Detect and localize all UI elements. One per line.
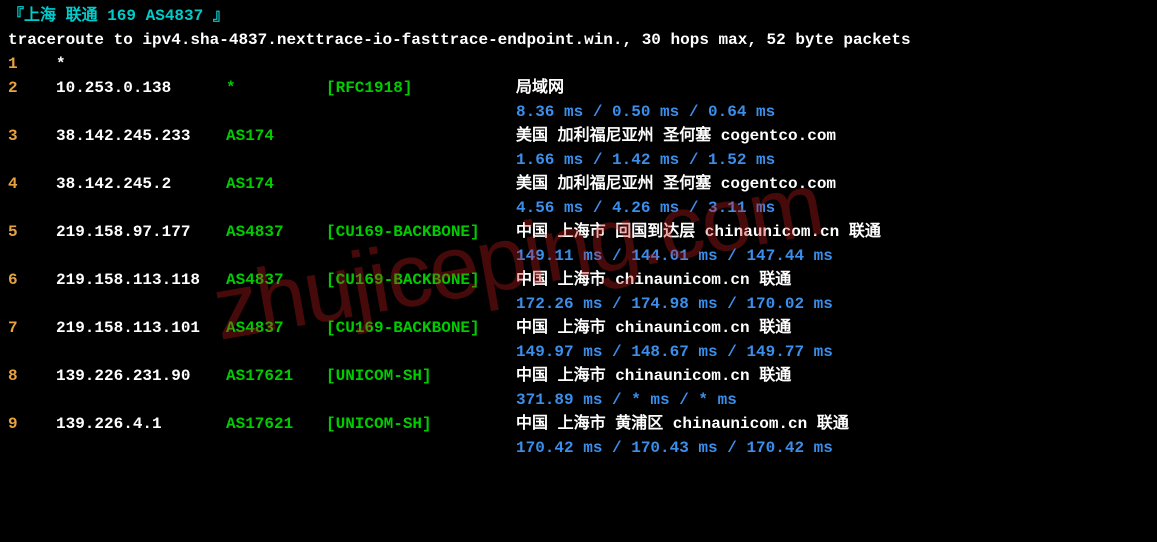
hop-location: 中国 上海市 chinaunicom.cn 联通 — [516, 268, 791, 292]
hop-row: 5219.158.97.177AS4837[CU169-BACKBONE]中国 … — [8, 220, 1149, 244]
hop-location: 中国 上海市 chinaunicom.cn 联通 — [516, 364, 791, 388]
hop-ip: 219.158.97.177 — [56, 220, 226, 244]
hop-number: 7 — [8, 316, 56, 340]
hop-ip: * — [56, 52, 226, 76]
hop-asn: AS4837 — [226, 220, 326, 244]
hop-location: 中国 上海市 黄浦区 chinaunicom.cn 联通 — [516, 412, 849, 436]
hop-latency-row: 170.42 ms / 170.43 ms / 170.42 ms — [8, 436, 1149, 460]
hop-latency: 172.26 ms / 174.98 ms / 170.02 ms — [516, 292, 833, 316]
hop-asn: AS4837 — [226, 268, 326, 292]
hop-number: 4 — [8, 172, 56, 196]
hop-asn: AS17621 — [226, 364, 326, 388]
hop-row: 210.253.0.138*[RFC1918]局域网 — [8, 76, 1149, 100]
hop-number: 2 — [8, 76, 56, 100]
hop-asn: AS4837 — [226, 316, 326, 340]
hop-row: 438.142.245.2AS174 美国 加利福尼亚州 圣何塞 cogentco… — [8, 172, 1149, 196]
hop-ip: 219.158.113.118 — [56, 268, 226, 292]
hop-asn: AS174 — [226, 124, 326, 148]
hop-ip: 139.226.231.90 — [56, 364, 226, 388]
hop-ip: 10.253.0.138 — [56, 76, 226, 100]
hop-number: 5 — [8, 220, 56, 244]
hop-row: 8139.226.231.90AS17621[UNICOM-SH]中国 上海市 … — [8, 364, 1149, 388]
hop-location: 美国 加利福尼亚州 圣何塞 cogentco.com — [516, 124, 836, 148]
hop-row: 338.142.245.233AS174 美国 加利福尼亚州 圣何塞 cogent… — [8, 124, 1149, 148]
hop-latency: 371.89 ms / * ms / * ms — [516, 388, 737, 412]
hop-number: 1 — [8, 52, 56, 76]
hop-location: 中国 上海市 回国到达层 chinaunicom.cn 联通 — [516, 220, 881, 244]
hop-ip: 38.142.245.2 — [56, 172, 226, 196]
hop-latency-row: 8.36 ms / 0.50 ms / 0.64 ms — [8, 100, 1149, 124]
hop-asn: AS174 — [226, 172, 326, 196]
hop-latency-row: 149.97 ms / 148.67 ms / 149.77 ms — [8, 340, 1149, 364]
hop-number: 3 — [8, 124, 56, 148]
hop-latency: 1.66 ms / 1.42 ms / 1.52 ms — [516, 148, 775, 172]
hop-label: [CU169-BACKBONE] — [326, 268, 516, 292]
hop-location: 美国 加利福尼亚州 圣何塞 cogentco.com — [516, 172, 836, 196]
traceroute-subheader: traceroute to ipv4.sha-4837.nexttrace-io… — [8, 28, 1149, 52]
hop-label: [UNICOM-SH] — [326, 364, 516, 388]
hop-latency: 170.42 ms / 170.43 ms / 170.42 ms — [516, 436, 833, 460]
hop-latency: 149.11 ms / 144.01 ms / 147.44 ms — [516, 244, 833, 268]
hop-ip: 38.142.245.233 — [56, 124, 226, 148]
hop-label: [RFC1918] — [326, 76, 516, 100]
hop-latency-row: 1.66 ms / 1.42 ms / 1.52 ms — [8, 148, 1149, 172]
hop-label: [CU169-BACKBONE] — [326, 316, 516, 340]
hop-number: 8 — [8, 364, 56, 388]
hop-latency-row: 172.26 ms / 174.98 ms / 170.02 ms — [8, 292, 1149, 316]
hop-label: [UNICOM-SH] — [326, 412, 516, 436]
hop-latency-row: 149.11 ms / 144.01 ms / 147.44 ms — [8, 244, 1149, 268]
hop-row: 6219.158.113.118AS4837[CU169-BACKBONE]中国… — [8, 268, 1149, 292]
hop-ip: 219.158.113.101 — [56, 316, 226, 340]
hop-number: 6 — [8, 268, 56, 292]
hop-location: 局域网 — [516, 76, 564, 100]
hop-latency-row: 4.56 ms / 4.26 ms / 3.11 ms — [8, 196, 1149, 220]
hop-number: 9 — [8, 412, 56, 436]
hop-label: [CU169-BACKBONE] — [326, 220, 516, 244]
hop-asn: * — [226, 76, 326, 100]
hop-latency-row: 371.89 ms / * ms / * ms — [8, 388, 1149, 412]
hop-latency: 8.36 ms / 0.50 ms / 0.64 ms — [516, 100, 775, 124]
hop-latency: 4.56 ms / 4.26 ms / 3.11 ms — [516, 196, 775, 220]
hop-row: 1* — [8, 52, 1149, 76]
traceroute-title: 『上海 联通 169 AS4837 』 — [8, 4, 1149, 28]
hop-row: 7219.158.113.101AS4837[CU169-BACKBONE]中国… — [8, 316, 1149, 340]
hop-ip: 139.226.4.1 — [56, 412, 226, 436]
hop-latency: 149.97 ms / 148.67 ms / 149.77 ms — [516, 340, 833, 364]
hop-row: 9139.226.4.1AS17621[UNICOM-SH]中国 上海市 黄浦区… — [8, 412, 1149, 436]
hop-asn: AS17621 — [226, 412, 326, 436]
hop-location: 中国 上海市 chinaunicom.cn 联通 — [516, 316, 791, 340]
